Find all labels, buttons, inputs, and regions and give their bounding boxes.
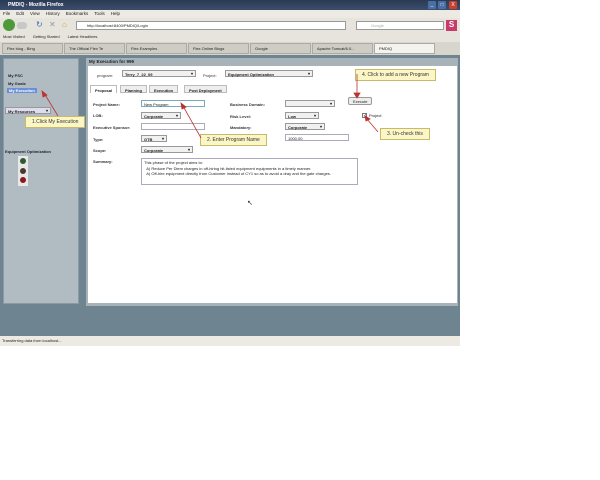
status-text: Transferring data from localhost...	[2, 338, 62, 343]
mouse-cursor-icon: ↖	[247, 200, 253, 207]
status-bar: Transferring data from localhost...	[0, 336, 460, 346]
browser-window: PMDIQ - Mozilla Firefox _ □ X File Edit …	[0, 0, 460, 346]
callout-arrows	[41, 74, 379, 139]
